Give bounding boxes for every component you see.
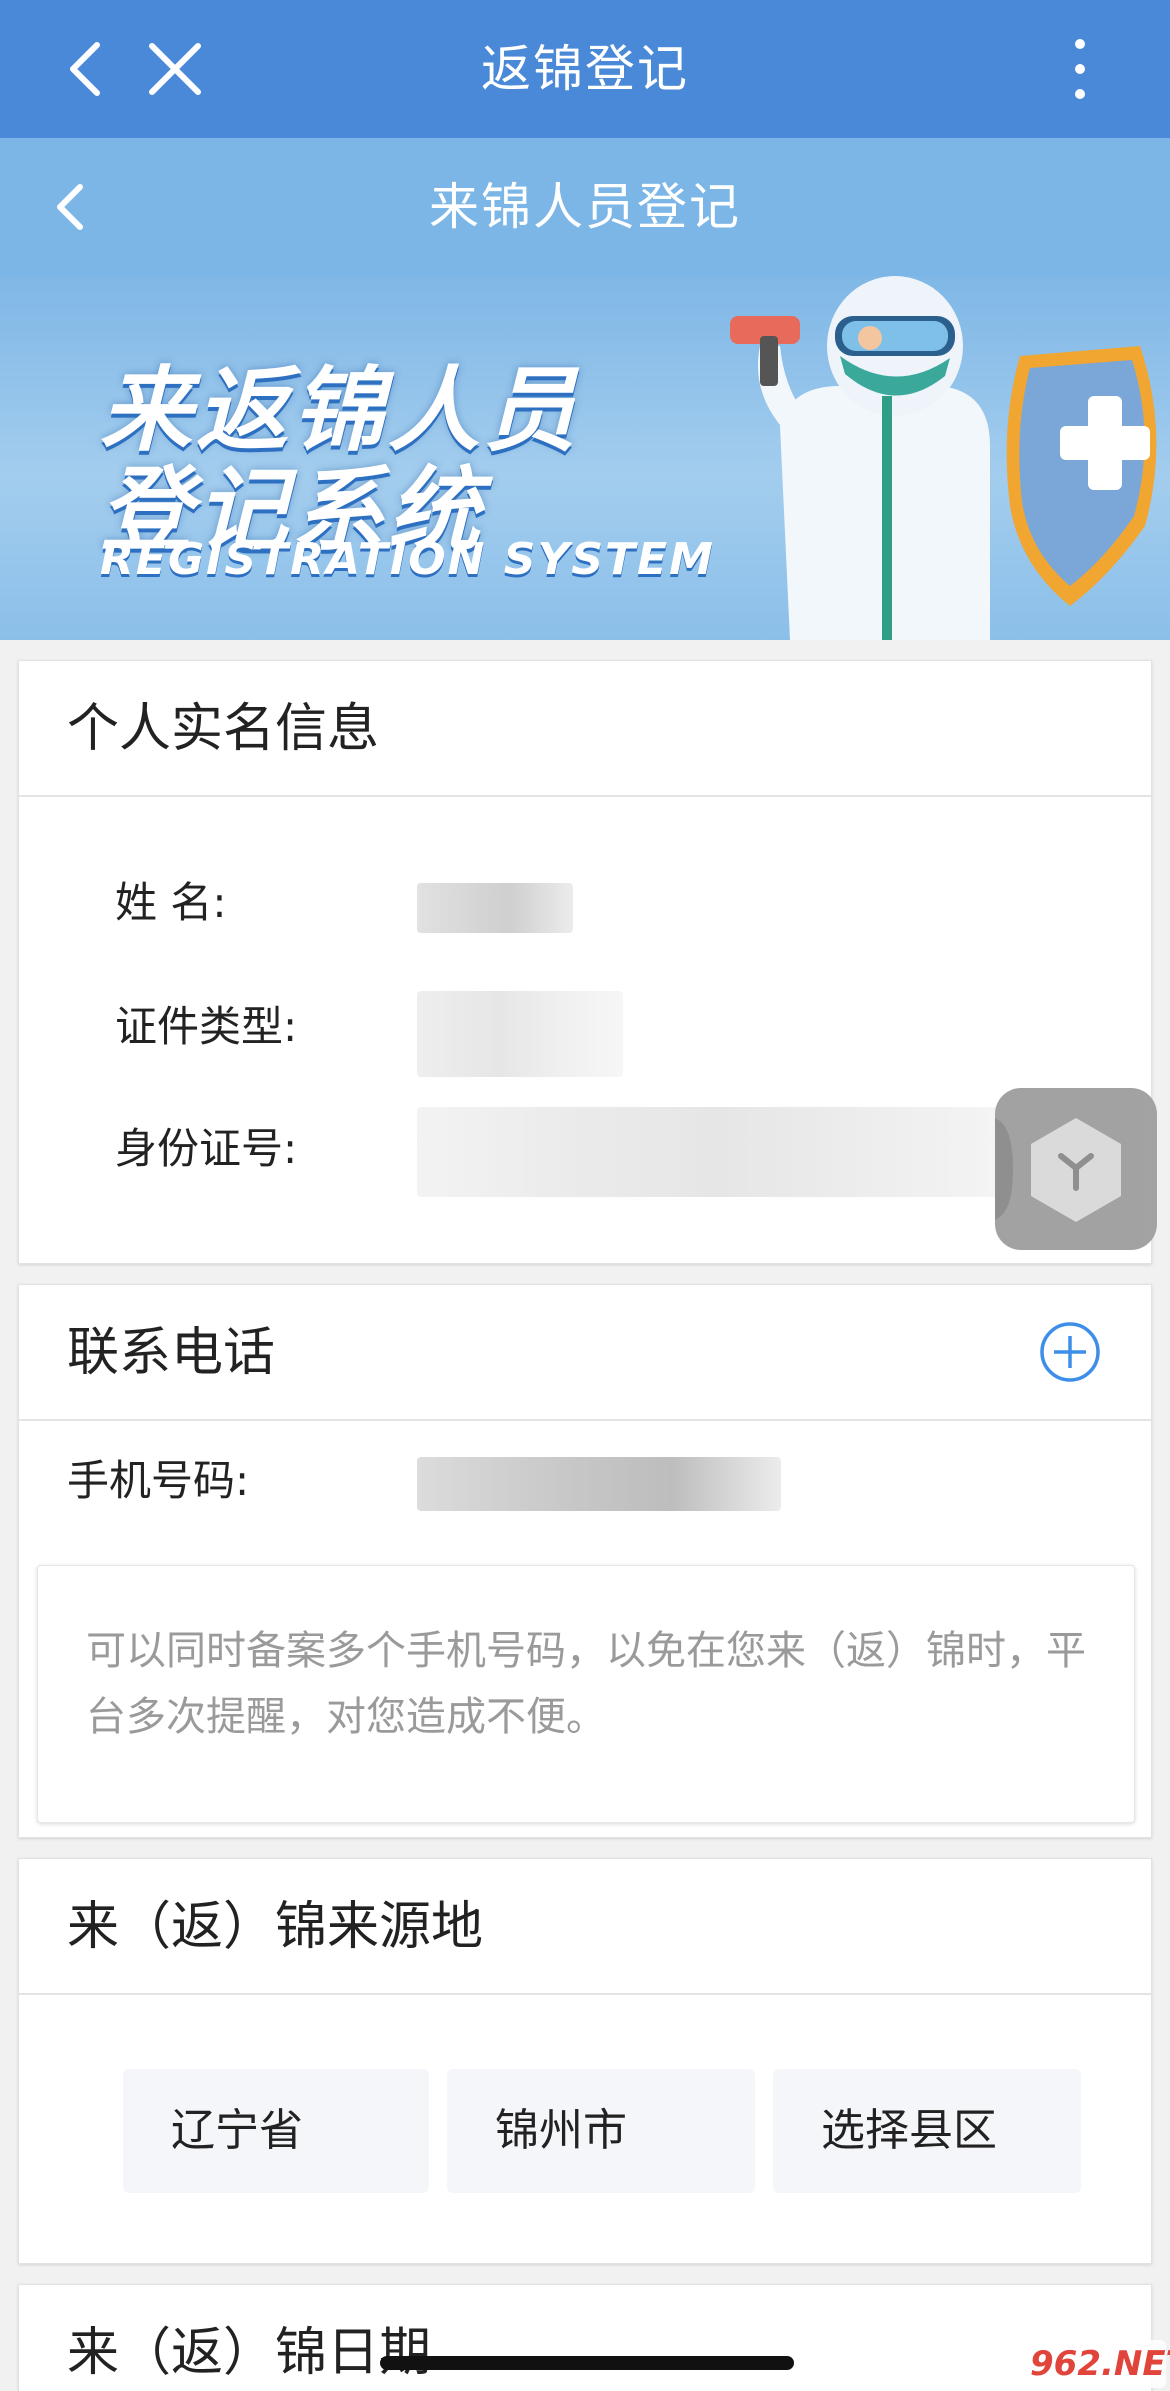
phone-hint-box: 可以同时备案多个手机号码，以免在您来（返）锦时，平台多次提醒，对您造成不便。: [37, 1565, 1135, 1823]
personal-info-title: 个人实名信息: [67, 699, 380, 759]
medic-mascot-illustration: [730, 276, 1157, 640]
contact-title: 联系电话: [67, 1323, 276, 1383]
id-number-value-redacted: [417, 1107, 1017, 1197]
name-label: 姓 名:: [115, 878, 227, 927]
id-type-label: 证件类型:: [115, 1002, 298, 1051]
add-circle-icon[interactable]: [1039, 1321, 1101, 1383]
app-title: 返锦登记: [481, 40, 689, 98]
phone-label: 手机号码:: [67, 1456, 250, 1505]
city-select[interactable]: 锦州市: [447, 2069, 755, 2193]
origin-card: 来（返）锦来源地 辽宁省 锦州市 选择县区: [18, 1858, 1152, 2264]
origin-header: 来（返）锦来源地: [19, 1859, 1151, 1995]
province-select[interactable]: 辽宁省: [123, 2069, 429, 2193]
id-number-label: 身份证号:: [115, 1124, 298, 1173]
phone-hint-text: 可以同时备案多个手机号码，以免在您来（返）锦时，平台多次提醒，对您造成不便。: [86, 1628, 1086, 1740]
name-value-redacted: [417, 883, 573, 933]
date-card: 来（返）锦日期: [18, 2284, 1152, 2391]
home-indicator: [380, 2356, 794, 2370]
contact-card: 联系电话 手机号码: 可以同时备案多个手机号码，以免在您来（返）锦时，平台多次提…: [18, 1284, 1152, 1838]
personal-info-header: 个人实名信息: [19, 661, 1151, 797]
page-title: 来锦人员登记: [429, 178, 741, 236]
contact-header: 联系电话: [19, 1285, 1151, 1421]
county-select[interactable]: 选择县区: [773, 2069, 1081, 2193]
phone-value-redacted: [417, 1457, 781, 1511]
more-icon[interactable]: [1050, 30, 1110, 108]
date-title: 来（返）锦日期: [67, 2323, 432, 2383]
personal-info-card: 个人实名信息 姓 名: 证件类型: 身份证号:: [18, 660, 1152, 1264]
registration-banner: 来返锦人员 登记系统 REGISTRATION SYSTEM: [0, 276, 1170, 640]
origin-title: 来（返）锦来源地: [67, 1897, 484, 1957]
floating-cube-icon[interactable]: [993, 1088, 1157, 1250]
site-watermark: 962.NET: [1030, 2340, 1170, 2388]
banner-english-title: REGISTRATION SYSTEM: [100, 534, 715, 585]
page-header: 来锦人员登记: [0, 138, 1170, 276]
top-nav-bar: 返锦登记: [0, 0, 1170, 138]
id-type-value-redacted: [417, 991, 623, 1077]
